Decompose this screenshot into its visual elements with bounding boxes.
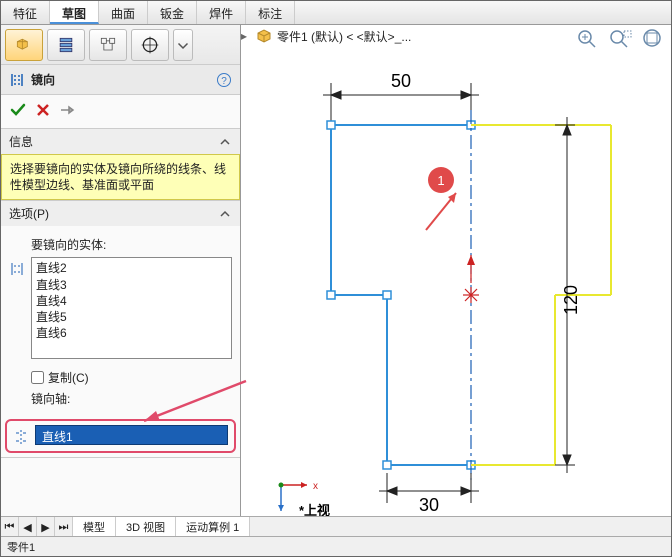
list-item[interactable]: 直线3 — [36, 277, 227, 293]
options-title: 选项(P) — [9, 205, 49, 222]
tab-weldment[interactable]: 焊件 — [197, 1, 246, 24]
list-item[interactable]: 直线4 — [36, 293, 227, 309]
chevron-up-icon — [218, 135, 232, 149]
help-icon[interactable]: ? — [216, 72, 232, 88]
cancel-button[interactable] — [35, 102, 51, 121]
options-section: 选项(P) 要镜向的实体: 直线2 直线3 直线4 直线5 直线6 — [1, 201, 240, 458]
property-manager-icon[interactable] — [47, 29, 85, 61]
tab-motion[interactable]: 运动算例 1 — [176, 517, 250, 536]
overflow-icon[interactable] — [173, 29, 193, 61]
info-section: 信息 选择要镜向的实体及镜向所绕的线条、线性模型边线、基准面或平面 — [1, 129, 240, 201]
copy-label: 复制(C) — [48, 369, 89, 386]
list-item[interactable]: 直线2 — [36, 260, 227, 276]
status-part: 零件1 — [7, 542, 35, 554]
mirror-entity-icon — [9, 261, 25, 277]
axis-input[interactable]: 直线1 — [35, 425, 228, 445]
tab-scroll-next-icon[interactable]: ▶ — [37, 517, 55, 537]
entities-label: 要镜向的实体: — [31, 236, 232, 253]
options-header[interactable]: 选项(P) — [1, 201, 240, 226]
axis-x-label: x — [313, 481, 318, 492]
feature-manager-icon[interactable] — [5, 29, 43, 61]
tab-scroll-first-icon[interactable]: ⏮ — [1, 517, 19, 537]
axis-label: 镜向轴: — [31, 390, 232, 407]
tab-annotation[interactable]: 标注 — [246, 1, 295, 24]
mirror-icon — [9, 72, 25, 88]
command-title-bar: 镜向 ? — [1, 65, 240, 95]
entities-listbox[interactable]: 直线2 直线3 直线4 直线5 直线6 — [31, 257, 232, 359]
chevron-up-icon — [218, 207, 232, 221]
ok-button[interactable] — [9, 101, 27, 122]
annotation-marker: 1 — [437, 173, 444, 188]
dimxpert-manager-icon[interactable] — [131, 29, 169, 61]
copy-checkbox[interactable] — [31, 371, 44, 384]
list-item[interactable]: 直线5 — [36, 309, 227, 325]
list-item[interactable]: 直线6 — [36, 325, 227, 341]
tab-3dview[interactable]: 3D 视图 — [116, 517, 176, 536]
bottom-tabs: ⏮ ◀ ▶ ⏭ 模型 3D 视图 运动算例 1 — [1, 516, 671, 536]
info-header[interactable]: 信息 — [1, 129, 240, 154]
tab-feature[interactable]: 特征 — [1, 1, 50, 24]
axis-highlight-annotation: 直线1 — [5, 419, 236, 453]
command-name: 镜向 — [31, 71, 55, 88]
tab-scroll-prev-icon[interactable]: ◀ — [19, 517, 37, 537]
panel-toolbar — [1, 25, 240, 65]
command-actions — [1, 95, 240, 129]
command-manager-tabs: 特征 草图 曲面 钣金 焊件 标注 — [1, 1, 671, 25]
mirror-axis-icon — [13, 429, 29, 445]
tab-surface[interactable]: 曲面 — [99, 1, 148, 24]
dim-bottom[interactable]: 30 — [419, 495, 439, 515]
info-title: 信息 — [9, 133, 33, 150]
tab-sheetmetal[interactable]: 钣金 — [148, 1, 197, 24]
graphics-area[interactable]: ▸ 零件1 (默认) < <默认>_... 50 — [241, 25, 671, 525]
tab-sketch[interactable]: 草图 — [50, 1, 99, 24]
configuration-manager-icon[interactable] — [89, 29, 127, 61]
info-body: 选择要镜向的实体及镜向所绕的线条、线性模型边线、基准面或平面 — [1, 154, 240, 200]
svg-text:?: ? — [221, 76, 227, 87]
status-bar: 零件1 — [1, 536, 671, 556]
tab-scroll-last-icon[interactable]: ⏭ — [55, 517, 73, 537]
tab-model[interactable]: 模型 — [73, 517, 116, 536]
sketch-drawing: 50 — [241, 25, 671, 525]
dim-top[interactable]: 50 — [391, 71, 411, 91]
dim-right[interactable]: 120 — [561, 285, 581, 315]
pushpin-icon[interactable] — [59, 102, 75, 121]
property-manager: 镜向 ? 信息 选择要镜向的实体及镜向所绕的线条、线性模型边线、基准面或平面 选… — [1, 25, 241, 525]
